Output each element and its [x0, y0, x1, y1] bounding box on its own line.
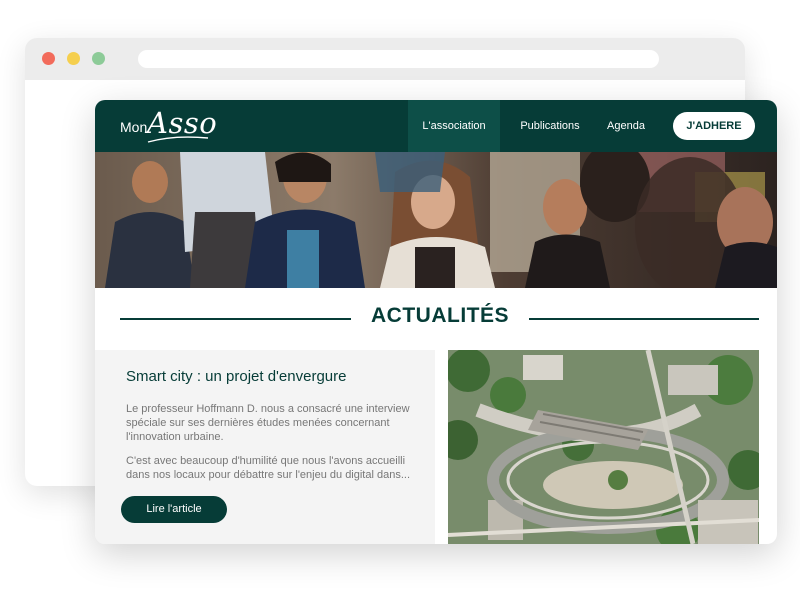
logo-underline-icon: [147, 136, 209, 143]
nav-item-publications[interactable]: Publications: [513, 100, 587, 152]
top-navigation: Mon Asso L'association Publications Agen…: [95, 100, 777, 152]
article-title[interactable]: Smart city : un projet d'envergure: [126, 368, 346, 385]
section-title: ACTUALITÉS: [371, 304, 509, 327]
logo-prefix: Mon: [120, 119, 148, 135]
close-dot-icon[interactable]: [42, 52, 55, 65]
hero-photo: [95, 152, 777, 288]
maximize-dot-icon[interactable]: [92, 52, 105, 65]
website-card: Mon Asso L'association Publications Agen…: [95, 100, 777, 544]
aerial-city-image: [448, 350, 759, 544]
browser-titlebar: [25, 38, 745, 80]
minimize-dot-icon[interactable]: [67, 52, 80, 65]
heading-divider-right: [529, 318, 759, 320]
nav-item-agenda[interactable]: Agenda: [600, 100, 652, 152]
article-card: Smart city : un projet d'envergure Le pr…: [95, 350, 435, 544]
section-heading: ACTUALITÉS: [95, 300, 777, 336]
join-button[interactable]: J'ADHERE: [673, 112, 755, 140]
article-paragraph-1: Le professeur Hoffmann D. nous a consacr…: [126, 403, 410, 443]
address-bar[interactable]: [138, 50, 659, 68]
heading-divider-left: [120, 318, 351, 320]
hero-image: [95, 152, 777, 288]
logo[interactable]: Mon Asso: [120, 106, 220, 144]
read-article-button[interactable]: Lire l'article: [121, 496, 227, 523]
article-image: [448, 350, 759, 544]
article-paragraph-2: C'est avec beaucoup d'humilité que nous …: [126, 455, 411, 481]
nav-item-association[interactable]: L'association: [408, 100, 500, 152]
